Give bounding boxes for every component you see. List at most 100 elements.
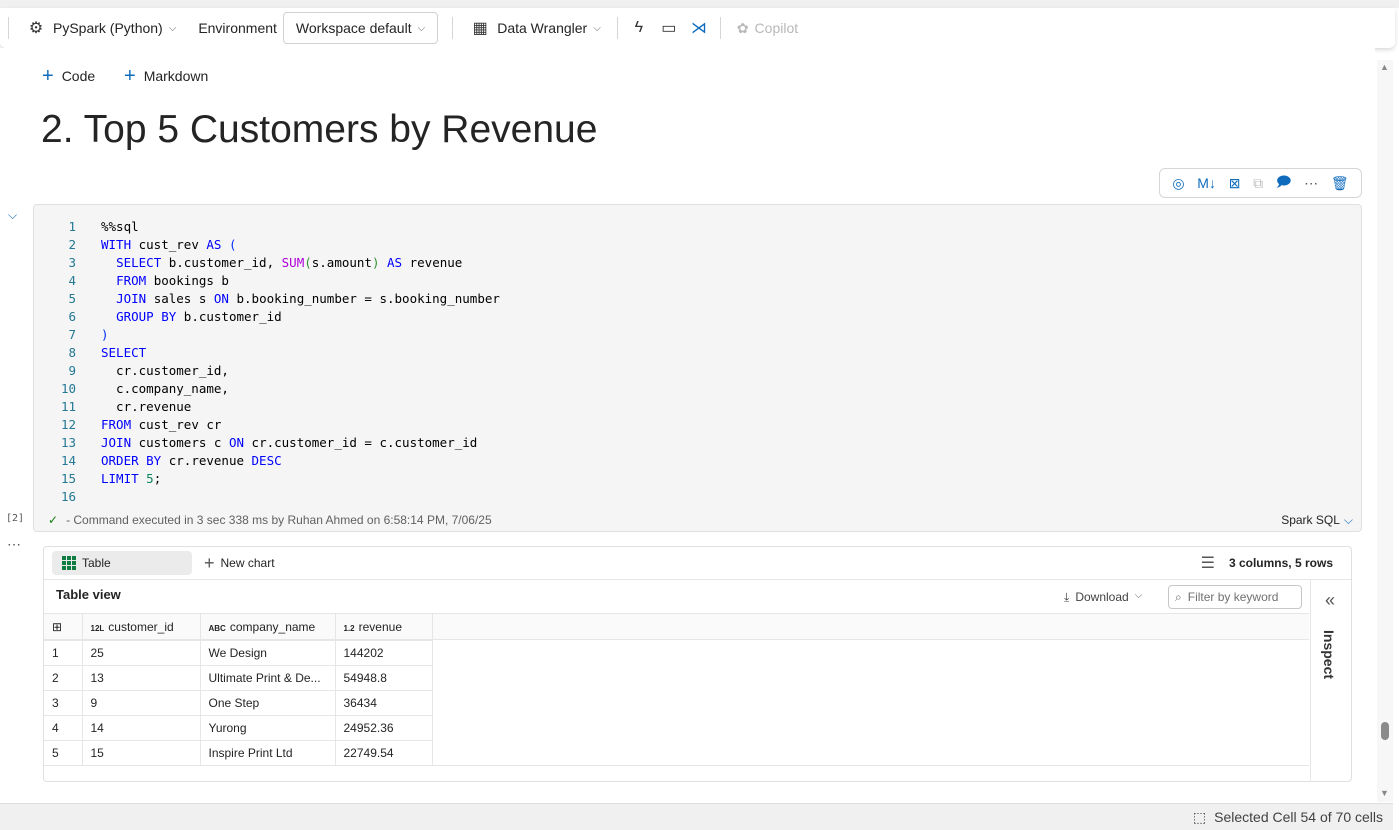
code-line[interactable]: 2 WITH cust_rev AS ( — [34, 235, 500, 253]
code-token: cr.revenue — [101, 398, 192, 414]
row-index-header[interactable]: ⊞ — [44, 614, 83, 641]
table-cell[interactable]: We Design — [200, 640, 336, 666]
column-header[interactable]: 12L customer_id — [82, 614, 201, 641]
table-cell[interactable]: One Step — [200, 690, 336, 716]
line-source: LIMIT 5; — [76, 471, 161, 486]
table-cell[interactable]: 13 — [82, 665, 201, 691]
column-header[interactable]: ABC company_name — [200, 614, 336, 641]
spark-lightning-icon[interactable]: ϟ — [628, 17, 650, 39]
workspace-dropdown[interactable]: Workspace default ⌵ — [282, 12, 439, 44]
output-more-icon[interactable]: ⋯ — [7, 536, 22, 553]
download-button[interactable]: ⤓ Download ⌵ — [1064, 590, 1142, 605]
checkmark-icon: ✓ — [48, 513, 59, 527]
line-number: 1 — [68, 218, 76, 234]
code-line[interactable]: 7) — [34, 325, 500, 343]
table-cell[interactable]: 144202 — [335, 640, 433, 666]
scroll-up-icon[interactable]: ▲ — [1380, 62, 1389, 72]
filter-input[interactable]: ⌕ Filter by keyword — [1168, 585, 1302, 609]
more-options-icon[interactable]: ⋯ — [1304, 175, 1318, 192]
execution-count: [2] — [6, 513, 25, 524]
table-cell[interactable]: 15 — [82, 740, 201, 766]
table-row[interactable]: 3 9 One Step 36434 — [44, 690, 433, 716]
code-cell[interactable]: 1 %%sql 2 WITH cust_rev AS (3 SELECT b.cust… — [33, 204, 1362, 532]
row-index[interactable]: 1 — [44, 640, 83, 666]
filter-placeholder: Filter by keyword — [1187, 590, 1279, 604]
code-line[interactable]: 9 cr.customer_id, — [34, 361, 500, 379]
line-number: 16 — [60, 488, 76, 504]
comment-icon[interactable]: 🗩 — [1276, 171, 1292, 195]
code-line[interactable]: 6 GROUP BY b.customer_id — [34, 307, 500, 325]
table-cell[interactable]: 24952.36 — [335, 715, 433, 741]
column-name: revenue — [358, 619, 402, 634]
row-index[interactable]: 4 — [44, 715, 83, 741]
copilot-button[interactable]: ✿ Copilot — [731, 13, 804, 43]
table-cell[interactable]: Ultimate Print & De... — [200, 665, 336, 691]
data-wrangler-icon: ▦ — [472, 20, 488, 37]
code-token: FROM — [101, 416, 132, 432]
code-line[interactable]: 10 c.company_name, — [34, 379, 500, 397]
code-line[interactable]: 11 cr.revenue — [34, 397, 500, 415]
row-index[interactable]: 2 — [44, 665, 83, 691]
table-cell[interactable]: Yurong — [200, 715, 336, 741]
new-chart-button[interactable]: + New chart — [204, 553, 275, 574]
vscode-icon[interactable]: ⋊ — [688, 17, 710, 39]
table-cell[interactable]: 36434 — [335, 690, 433, 716]
copy-cell-icon[interactable]: ⧉ — [1253, 175, 1263, 192]
inspect-panel[interactable]: « Inspect — [1310, 580, 1352, 782]
table-row[interactable]: 2 13 Ultimate Print & De... 54948.8 — [44, 665, 433, 691]
code-token: SELECT — [116, 254, 162, 270]
code-token: b.customer_id, — [161, 254, 282, 270]
scrollbar-thumb[interactable] — [1381, 722, 1389, 740]
code-line[interactable]: 12 FROM cust_rev cr — [34, 415, 500, 433]
clear-output-icon[interactable]: ⊠ — [1229, 175, 1241, 192]
line-source: c.company_name, — [76, 381, 229, 396]
markdown-toggle-button[interactable]: M↓ — [1197, 175, 1216, 191]
kernel-selector[interactable]: ⚙ PySpark (Python) ⌵ — [19, 13, 182, 43]
table-cell[interactable]: 54948.8 — [335, 665, 433, 691]
vertical-scrollbar[interactable]: ▲ ▼ — [1377, 60, 1393, 802]
line-source: %%sql — [76, 219, 139, 234]
table-cell[interactable]: 14 — [82, 715, 201, 741]
code-line[interactable]: 4 FROM bookings b — [34, 271, 500, 289]
collapse-cell-icon[interactable]: ⌵ — [8, 208, 17, 223]
table-cell[interactable]: Inspire Print Ltd — [200, 740, 336, 766]
expand-double-chevron-icon[interactable]: « — [1325, 590, 1335, 611]
filter-lines-icon[interactable]: ☰ — [1201, 553, 1215, 573]
code-line[interactable]: 1 %%sql — [34, 217, 500, 235]
add-markdown-button[interactable]: + Markdown — [124, 66, 208, 86]
tab-table[interactable]: Table — [52, 551, 192, 575]
code-line[interactable]: 5 JOIN sales s ON b.booking_number = s.b… — [34, 289, 499, 307]
table-cell[interactable]: 9 — [82, 690, 201, 716]
table-row[interactable]: 4 14 Yurong 24952.36 — [44, 715, 433, 741]
focus-mode-icon[interactable]: ▭ — [658, 17, 680, 39]
code-line[interactable]: 15 LIMIT 5; — [34, 469, 500, 487]
data-wrangler-button[interactable]: ▦ Data Wrangler ⌵ — [463, 13, 607, 43]
column-header[interactable]: 1.2 revenue — [335, 614, 433, 641]
copilot-cell-icon[interactable]: ◎ — [1172, 175, 1184, 192]
table-cell[interactable]: 25 — [82, 640, 201, 666]
code-token: WITH — [101, 236, 132, 252]
row-index[interactable]: 3 — [44, 690, 83, 716]
code-line[interactable]: 14 ORDER BY cr.revenue DESC — [34, 451, 500, 469]
table-cell[interactable]: 22749.54 — [335, 740, 433, 766]
code-line[interactable]: 13 JOIN customers c ON cr.customer_id = c… — [34, 433, 500, 451]
table-row[interactable]: 5 15 Inspire Print Ltd 22749.54 — [44, 740, 433, 766]
table-row[interactable]: 1 25 We Design 144202 — [44, 640, 433, 666]
status-bar: ⬚ Selected Cell 54 of 70 cells — [0, 803, 1393, 830]
divider — [8, 17, 9, 39]
code-line[interactable]: 8 SELECT — [34, 343, 500, 361]
scroll-down-icon[interactable]: ▼ — [1380, 788, 1389, 798]
row-index[interactable]: 5 — [44, 740, 83, 766]
kernel-label: PySpark (Python) — [53, 20, 163, 36]
line-number: 9 — [68, 362, 76, 378]
code-line[interactable]: 3 SELECT b.customer_id, SUM(s.amount) AS… — [34, 253, 500, 271]
code-line[interactable]: 16 — [34, 487, 500, 505]
delete-cell-icon[interactable]: 🗑 — [1331, 175, 1349, 192]
language-selector[interactable]: Spark SQL ⌵ — [1281, 513, 1353, 528]
plus-icon: + — [124, 65, 136, 87]
code-editor[interactable]: 1 %%sql 2 WITH cust_rev AS (3 SELECT b.cust… — [34, 217, 500, 505]
add-code-button[interactable]: + Code — [42, 66, 95, 86]
code-token: s.amount — [311, 254, 372, 270]
